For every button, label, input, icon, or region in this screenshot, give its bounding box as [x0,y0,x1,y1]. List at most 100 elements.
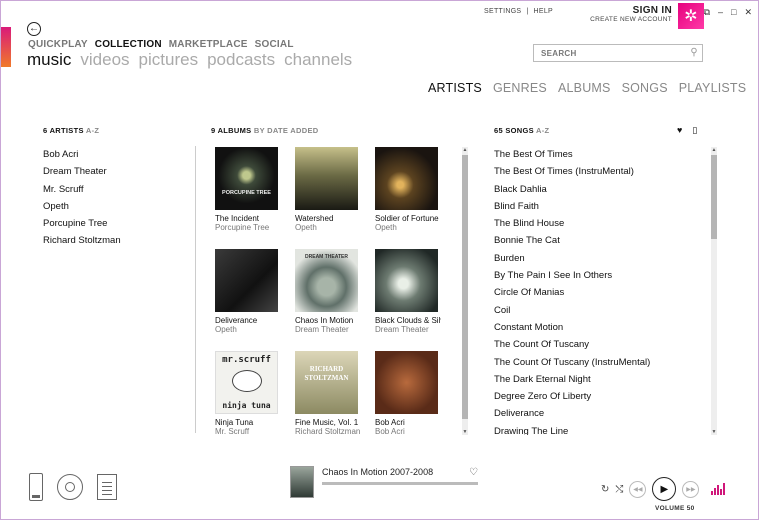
album-tile[interactable]: Bob Acri Bob Acri [375,351,447,435]
list-item[interactable]: The Blind House [494,217,704,234]
volume-icon[interactable] [711,483,725,495]
shuffle-icon[interactable]: ⤭ [615,484,623,495]
album-artist: Opeth [295,223,317,232]
list-item[interactable]: The Count Of Tuscany [494,338,704,355]
album-cover [375,351,438,414]
playlist-icon[interactable] [97,474,117,500]
scroll-down-icon[interactable]: ▼ [462,429,468,435]
album-tile[interactable]: Deliverance Opeth [215,249,295,351]
device-icon[interactable] [29,473,43,501]
tab-marketplace[interactable]: MARKETPLACE [169,39,248,50]
songs-scrollbar[interactable]: ▲ ▼ [711,147,717,435]
albums-header[interactable]: 9 ALBUMS BY DATE ADDED [211,126,318,135]
progress-bar[interactable] [322,482,478,485]
list-item[interactable]: Black Dahlia [494,183,704,200]
list-item[interactable]: Coil [494,304,704,321]
album-title: Black Clouds & Silver [375,316,441,325]
albums-sort[interactable]: BY DATE ADDED [254,126,319,135]
avatar[interactable]: ✲ [678,3,704,29]
close-icon[interactable]: ✕ [744,7,752,18]
album-tile[interactable]: PORCUPINE TREE The Incident Porcupine Tr… [215,147,295,249]
albums-scroll-thumb[interactable] [462,155,468,419]
list-item[interactable]: Mr. Scruff [43,183,121,200]
list-item[interactable]: Deliverance [494,407,704,424]
heart-icon[interactable]: ♥ [677,125,682,136]
album-tile[interactable]: Watershed Opeth [295,147,375,249]
settings-link[interactable]: SETTINGS [484,8,521,15]
list-item[interactable]: The Count Of Tuscany (InstruMental) [494,356,704,373]
now-playing-art[interactable] [290,466,314,498]
list-item[interactable]: The Dark Eternal Night [494,373,704,390]
list-item[interactable]: Bob Acri [43,148,121,165]
list-item[interactable]: Constant Motion [494,321,704,338]
list-item[interactable]: Bonnie The Cat [494,234,704,251]
list-item[interactable]: Blind Faith [494,200,704,217]
play-icon[interactable]: ▶ [652,477,677,501]
tab-social[interactable]: SOCIAL [255,39,294,50]
list-item[interactable]: Porcupine Tree [43,217,121,234]
list-item[interactable]: The Best Of Times [494,148,704,165]
tab-quickplay[interactable]: QUICKPLAY [28,39,88,50]
tab-podcasts[interactable]: podcasts [207,50,275,70]
list-item[interactable]: The Best Of Times (InstruMental) [494,165,704,182]
back-arrow-icon[interactable]: ← [27,22,41,36]
artists-header[interactable]: 6 ARTISTS A-Z [43,126,99,135]
albums-grid: PORCUPINE TREE The Incident Porcupine Tr… [215,147,447,435]
list-item[interactable]: Circle Of Manias [494,286,704,303]
artists-sort[interactable]: A-Z [86,126,99,135]
view-artists[interactable]: ARTISTS [428,81,482,95]
list-item[interactable]: By The Pain I See In Others [494,269,704,286]
album-artist: Dream Theater [295,325,349,334]
view-playlists[interactable]: PLAYLISTS [679,81,747,95]
sign-in-label[interactable]: SIGN IN [590,5,672,16]
list-item[interactable]: Degree Zero Of Liberty [494,390,704,407]
album-title: Chaos In Motion [295,316,354,325]
songs-scroll-thumb[interactable] [711,155,717,239]
view-songs[interactable]: SONGS [622,81,668,95]
search-icon[interactable]: ⚲ [690,47,698,58]
album-tile[interactable]: Soldier of Fortune Opeth [375,147,447,249]
list-item[interactable]: Opeth [43,200,121,217]
list-item[interactable]: Drawing The Line [494,425,704,435]
footer-shortcuts [29,473,117,501]
repeat-icon[interactable]: ↻ [601,484,609,495]
album-title: The Incident [215,214,260,223]
scroll-up-icon[interactable]: ▲ [462,147,468,153]
previous-icon[interactable]: ◀◀ [629,480,647,498]
maximize-icon[interactable]: □ [731,7,736,18]
list-item[interactable]: Richard Stoltzman [43,234,121,251]
main-pivot: QUICKPLAY COLLECTION MARKETPLACE SOCIAL [28,39,294,50]
songs-sort[interactable]: A-Z [536,126,549,135]
album-tile[interactable]: Black Clouds & Silver Dream Theater [375,249,447,351]
artists-count: 6 ARTISTS [43,126,84,135]
tab-videos[interactable]: videos [80,50,129,70]
minimize-icon[interactable]: – [718,7,723,18]
tab-pictures[interactable]: pictures [139,50,199,70]
create-account-link[interactable]: CREATE NEW ACCOUNT [590,16,672,23]
next-icon[interactable]: ▶▶ [682,480,700,498]
list-item[interactable]: Burden [494,252,704,269]
scroll-up-icon[interactable]: ▲ [711,147,717,153]
songs-header[interactable]: 65 SONGS A-Z [494,126,549,135]
scroll-down-icon[interactable]: ▼ [711,429,717,435]
album-artist: Opeth [215,325,237,334]
view-albums[interactable]: ALBUMS [558,81,611,95]
album-tile[interactable]: mr.scruff ninja tuna Ninja Tuna Mr. Scru… [215,351,295,435]
sign-in-block[interactable]: SIGN IN CREATE NEW ACCOUNT [590,5,672,23]
tab-channels[interactable]: channels [284,50,352,70]
album-cover [295,147,358,210]
disc-icon[interactable] [57,474,83,500]
tab-music[interactable]: music [27,50,71,70]
heart-icon[interactable]: ♡ [469,467,478,478]
albums-scrollbar[interactable]: ▲ ▼ [462,147,468,435]
compact-mode-icon[interactable]: ⧉ [704,7,710,18]
help-link[interactable]: HELP [534,8,554,15]
album-tile[interactable]: RICHARD STOLTZMAN Fine Music, Vol. 1 Ric… [295,351,375,435]
list-item[interactable]: Dream Theater [43,165,121,182]
search-input[interactable]: SEARCH ⚲ [533,44,703,62]
view-genres[interactable]: GENRES [493,81,547,95]
album-tile[interactable]: DREAM THEATER Chaos In Motion Dream Thea… [295,249,375,351]
tab-collection[interactable]: COLLECTION [95,39,162,50]
device-icon[interactable]: ▯ [692,125,697,136]
album-title: Deliverance [215,316,258,325]
